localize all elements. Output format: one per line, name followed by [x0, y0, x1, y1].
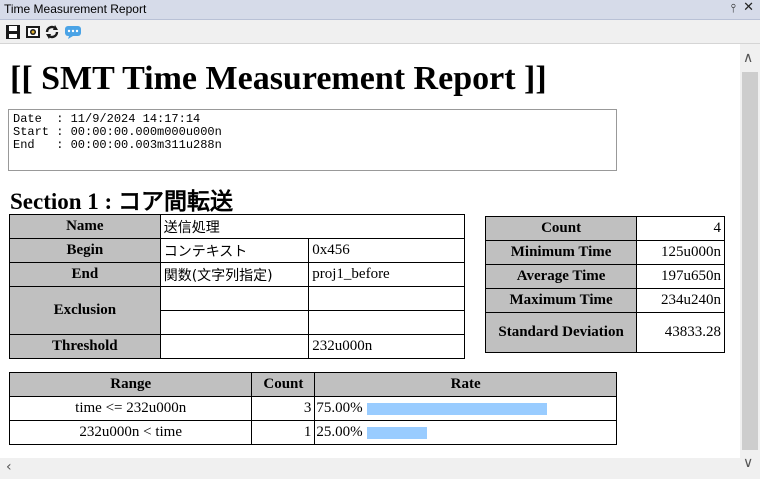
exclusion-cell — [308, 286, 465, 311]
rate-header: Rate — [314, 372, 617, 397]
save-icon[interactable] — [5, 24, 21, 40]
report-title: [[ SMT Time Measurement Report ]] — [10, 60, 547, 97]
avg-time-label: Average Time — [484, 264, 638, 289]
pin-icon[interactable]: ⫯ — [731, 1, 736, 16]
end-value: 関数(文字列指定) — [159, 262, 310, 287]
count-label: Count — [484, 216, 638, 241]
rate-cell: 25.00% — [314, 420, 617, 445]
table-row: 232u000n < time 1 25.00% — [8, 420, 617, 445]
end-line: End : 00:00:00.003m311u288n — [13, 138, 222, 152]
threshold-empty — [159, 334, 310, 359]
exclusion-cell — [159, 286, 310, 311]
toolbar — [0, 20, 760, 44]
scroll-up-icon[interactable]: ∧ — [743, 50, 753, 66]
section-title: Section 1 : コア間転送 — [10, 189, 233, 214]
threshold-label: Threshold — [9, 334, 161, 359]
min-time-label: Minimum Time — [484, 240, 638, 265]
end-address: proj1_before — [308, 262, 465, 287]
std-dev-label: Standard Deviation — [484, 312, 638, 353]
max-time-label: Maximum Time — [484, 288, 638, 313]
avg-time-value: 197u650n — [636, 264, 725, 289]
window-title: Time Measurement Report — [4, 2, 147, 16]
name-value: 送信処理 — [159, 214, 466, 239]
rate-bar — [366, 402, 547, 415]
begin-address: 0x456 — [308, 238, 465, 263]
begin-label: Begin — [9, 238, 161, 263]
std-dev-value: 43833.28 — [636, 312, 725, 353]
rate-text: 25.00% — [316, 424, 363, 440]
exclusion-label: Exclusion — [9, 286, 161, 335]
report-content: [[ SMT Time Measurement Report ]] Date :… — [0, 44, 740, 458]
name-label: Name — [9, 214, 161, 239]
count-value: 4 — [636, 216, 725, 241]
exclusion-cell — [308, 310, 465, 335]
info-box: Date : 11/9/2024 14:17:14 Start : 00:00:0… — [8, 109, 617, 171]
rate-cell: 75.00% — [314, 396, 617, 421]
range-cell: time <= 232u000n — [8, 396, 253, 421]
details-table: Name 送信処理 Begin コンテキスト 0x456 End 関数(文字列指… — [9, 214, 466, 359]
camera-icon[interactable] — [25, 24, 41, 40]
min-time-value: 125u000n — [636, 240, 725, 265]
exclusion-cell — [159, 310, 310, 335]
count-cell: 1 — [251, 420, 316, 445]
scroll-left-icon[interactable]: ‹ — [6, 459, 12, 475]
distribution-table: Range Count Rate time <= 232u000n 3 75.0… — [8, 372, 617, 445]
scroll-down-icon[interactable]: ∨ — [743, 455, 753, 471]
count-header: Count — [251, 372, 316, 397]
vertical-scrollbar[interactable]: ∧ ∨ — [740, 44, 760, 479]
count-cell: 3 — [251, 396, 316, 421]
table-row: time <= 232u000n 3 75.00% — [8, 396, 617, 421]
title-bar: Time Measurement Report ⫯ ✕ — [0, 0, 760, 20]
threshold-value: 232u000n — [308, 334, 465, 359]
vertical-scroll-thumb[interactable] — [742, 72, 758, 450]
max-time-value: 234u240n — [636, 288, 725, 313]
comment-icon[interactable] — [64, 24, 82, 40]
range-cell: 232u000n < time — [8, 420, 253, 445]
rate-bar — [366, 426, 427, 439]
horizontal-scrollbar[interactable]: ‹ — [0, 458, 740, 479]
stats-table: Count 4 Minimum Time 125u000n Average Ti… — [484, 216, 725, 353]
end-label: End — [9, 262, 161, 287]
rate-text: 75.00% — [316, 400, 363, 416]
range-header: Range — [8, 372, 253, 397]
refresh-icon[interactable] — [44, 24, 60, 40]
close-icon[interactable]: ✕ — [743, 0, 754, 15]
begin-value: コンテキスト — [159, 238, 310, 263]
